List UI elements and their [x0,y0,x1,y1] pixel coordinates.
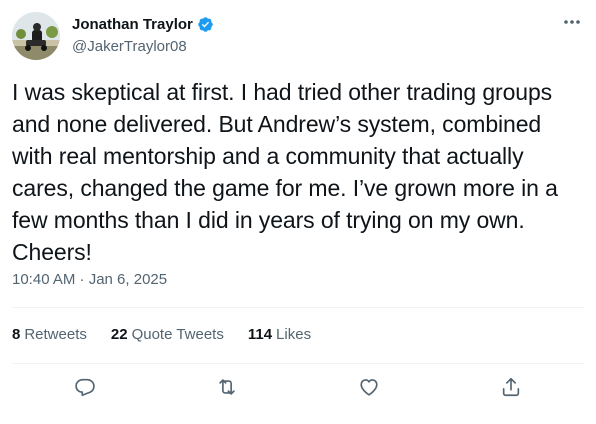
likes-stat[interactable]: 114 Likes [248,326,311,343]
like-button[interactable] [356,374,382,400]
profile-avatar-icon[interactable] [12,12,60,60]
likes-count: 114 [247,326,273,343]
retweets-count: 8 [12,326,21,343]
user-handle[interactable]: @JakerTraylor08 [72,38,187,55]
tweet-card: Jonathan Traylor @JakerTraylor08 I was s… [0,0,596,424]
verified-badge-icon [197,16,214,33]
quote-tweets-stat[interactable]: 22 Quote Tweets [111,326,224,343]
tweet-timestamp[interactable]: 10:40 AM · Jan 6, 2025 [12,271,167,288]
reply-button[interactable] [72,374,98,400]
retweet-button[interactable] [214,374,240,400]
more-options-button[interactable] [558,10,586,32]
display-name-row: Jonathan Traylor [72,14,214,34]
heart-icon [360,379,378,396]
retweet-icon [219,379,235,395]
share-icon [502,377,520,397]
retweets-stat[interactable]: 8 Retweets [12,326,87,343]
quote-tweets-label: Quote Tweets [131,326,224,343]
likes-label: Likes [276,326,312,343]
retweets-label: Retweets [24,326,87,343]
more-icon [563,12,581,30]
reply-icon [75,378,95,397]
divider-top [12,307,584,308]
engagement-stats: 8 Retweets 22 Quote Tweets 114 Likes [12,326,311,343]
quote-tweets-count: 22 [110,326,128,343]
display-name[interactable]: Jonathan Traylor [72,16,193,33]
tweet-actions [0,364,596,410]
tweet-text: I was skeptical at first. I had tried ot… [12,79,565,265]
share-button[interactable] [498,374,524,400]
